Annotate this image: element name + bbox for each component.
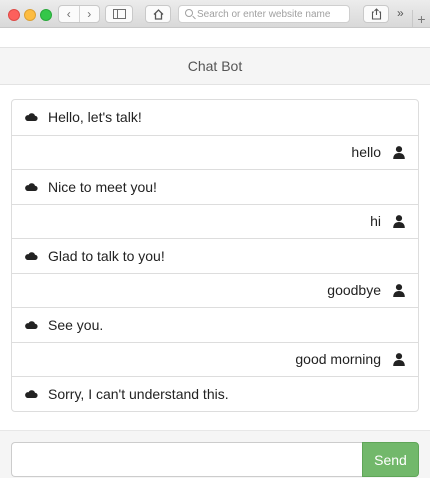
- share-icon: [371, 8, 381, 20]
- close-window-button[interactable]: [8, 9, 20, 21]
- message-text: Sorry, I can't understand this.: [48, 385, 229, 402]
- home-button[interactable]: [145, 5, 171, 23]
- new-tab-button[interactable]: +: [412, 10, 430, 28]
- bot-message: Glad to talk to you!: [12, 238, 418, 273]
- history-navigation: ‹ ›: [58, 5, 100, 23]
- message-text: goodbye: [327, 282, 381, 299]
- browser-toolbar: ‹ › Search or enter website name » +: [0, 0, 430, 28]
- zoom-window-button[interactable]: [40, 9, 52, 21]
- message-text: good morning: [295, 351, 381, 368]
- message-text: See you.: [48, 316, 104, 333]
- user-icon: [392, 352, 406, 367]
- message-input[interactable]: [11, 442, 362, 477]
- page-header: Chat Bot: [0, 47, 430, 85]
- cloud-icon: [24, 249, 38, 263]
- user-message: hello: [12, 134, 418, 170]
- cloud-icon: [24, 387, 38, 401]
- message-text: Nice to meet you!: [48, 178, 157, 195]
- user-icon: [392, 214, 406, 229]
- message-text: hi: [370, 213, 381, 230]
- user-icon: [392, 145, 406, 160]
- home-icon: [153, 8, 163, 20]
- message-list: Hello, let's talk! hello Nice to meet yo…: [11, 99, 419, 412]
- send-button[interactable]: Send: [362, 442, 419, 477]
- bot-message: Nice to meet you!: [12, 169, 418, 204]
- bot-message: See you.: [12, 307, 418, 342]
- message-text: Glad to talk to you!: [48, 247, 165, 264]
- composer-bar: Send: [0, 430, 430, 478]
- address-bar[interactable]: Search or enter website name: [178, 5, 350, 23]
- sidebar-toggle-button[interactable]: [105, 5, 133, 23]
- share-button[interactable]: [363, 5, 389, 23]
- search-icon: [185, 9, 193, 17]
- back-icon[interactable]: ‹: [59, 6, 79, 22]
- cloud-icon: [24, 110, 38, 124]
- minimize-window-button[interactable]: [24, 9, 36, 21]
- cloud-icon: [24, 180, 38, 194]
- user-icon: [392, 283, 406, 298]
- user-message: hi: [12, 203, 418, 239]
- forward-icon[interactable]: ›: [78, 6, 100, 22]
- page-title: Chat Bot: [187, 58, 243, 74]
- user-message: goodbye: [12, 272, 418, 308]
- bot-message: Sorry, I can't understand this.: [12, 376, 418, 411]
- message-text: Hello, let's talk!: [48, 109, 142, 126]
- message-text: hello: [351, 144, 381, 161]
- bot-message: Hello, let's talk!: [12, 100, 418, 135]
- user-message: good morning: [12, 341, 418, 377]
- sidebar-icon: [112, 9, 126, 19]
- cloud-icon: [24, 318, 38, 332]
- more-chevron-icon[interactable]: »: [397, 6, 404, 20]
- address-placeholder: Search or enter website name: [197, 8, 331, 20]
